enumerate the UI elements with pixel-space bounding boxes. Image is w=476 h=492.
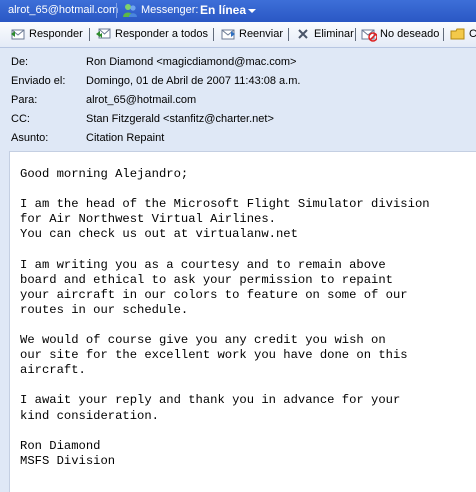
paragraph-intro: I am the head of the Microsoft Flight Si… [20,197,430,242]
greeting: Good morning Alejandro; [20,167,189,181]
sent-label: Enviado el: [11,75,66,87]
sent-value: Domingo, 01 de Abril de 2007 11:43:08 a.… [86,75,301,87]
divider [89,28,90,41]
cc-label: CC: [11,113,30,125]
forward-button[interactable]: Reenviar [220,25,283,43]
reply-icon [11,29,25,40]
sent-row: Enviado el: Domingo, 01 de Abril de 2007… [0,72,476,90]
reply-button[interactable]: Responder [10,25,83,43]
to-value[interactable]: alrot_65@hotmail.com [86,94,196,106]
message-body[interactable]: Good morning Alejandro; I am the head of… [9,151,476,492]
to-label: Para: [11,94,38,106]
cc-value[interactable]: Stan Fitzgerald <stanfitz@charter.net> [86,113,274,125]
cc-row: CC: Stan Fitzgerald <stanfitz@charter.ne… [0,110,476,128]
subject-row: Asunto: Citation Repaint [0,129,476,147]
to-row: Para: alrot_65@hotmail.com [0,91,476,109]
reply-all-button[interactable]: Responder a todos [96,25,208,43]
signature: Ron Diamond MSFS Division [20,438,116,468]
junk-button[interactable]: No deseado [361,25,439,43]
divider [355,28,356,41]
more-actions-button[interactable]: C [450,25,476,43]
divider [213,28,214,41]
delete-label: Eliminar [314,28,354,40]
paragraph-request: I am writing you as a courtesy and to re… [20,257,408,317]
account-email[interactable]: alrot_65@hotmail.com [8,4,118,16]
reply-all-icon [96,28,111,39]
junk-label: No deseado [380,28,440,40]
divider [116,3,117,18]
status-dropdown[interactable]: En línea [200,3,246,17]
delete-button[interactable]: Eliminar [295,25,354,43]
subject-label: Asunto: [11,132,49,144]
divider [288,28,289,41]
forward-icon [221,29,235,40]
paragraph-credit: We would of course give you any credit y… [20,333,408,378]
reply-label: Responder [29,28,83,40]
more-actions-label: C [469,28,476,40]
messenger-buddy-icon[interactable] [122,3,138,19]
messenger-label: Messenger: [141,4,199,16]
forward-label: Reenviar [239,28,284,40]
paragraph-closing: I await your reply and thank you in adva… [20,393,401,423]
chevron-down-icon[interactable] [248,9,256,13]
reply-all-label: Responder a todos [115,28,208,40]
subject-value: Citation Repaint [86,132,165,144]
divider [443,28,444,41]
top-bar: alrot_65@hotmail.com Messenger: En línea [0,0,476,22]
junk-mail-icon [361,29,377,42]
from-label: De: [11,56,29,68]
folder-icon [450,28,465,40]
message-toolbar: Responder Responder a todos Reenviar Eli… [0,22,476,48]
from-value[interactable]: Ron Diamond <magicdiamond@mac.com> [86,56,296,68]
from-row: De: Ron Diamond <magicdiamond@mac.com> [0,53,476,71]
delete-x-icon [298,29,308,39]
message-header: De: Ron Diamond <magicdiamond@mac.com> E… [0,48,476,150]
